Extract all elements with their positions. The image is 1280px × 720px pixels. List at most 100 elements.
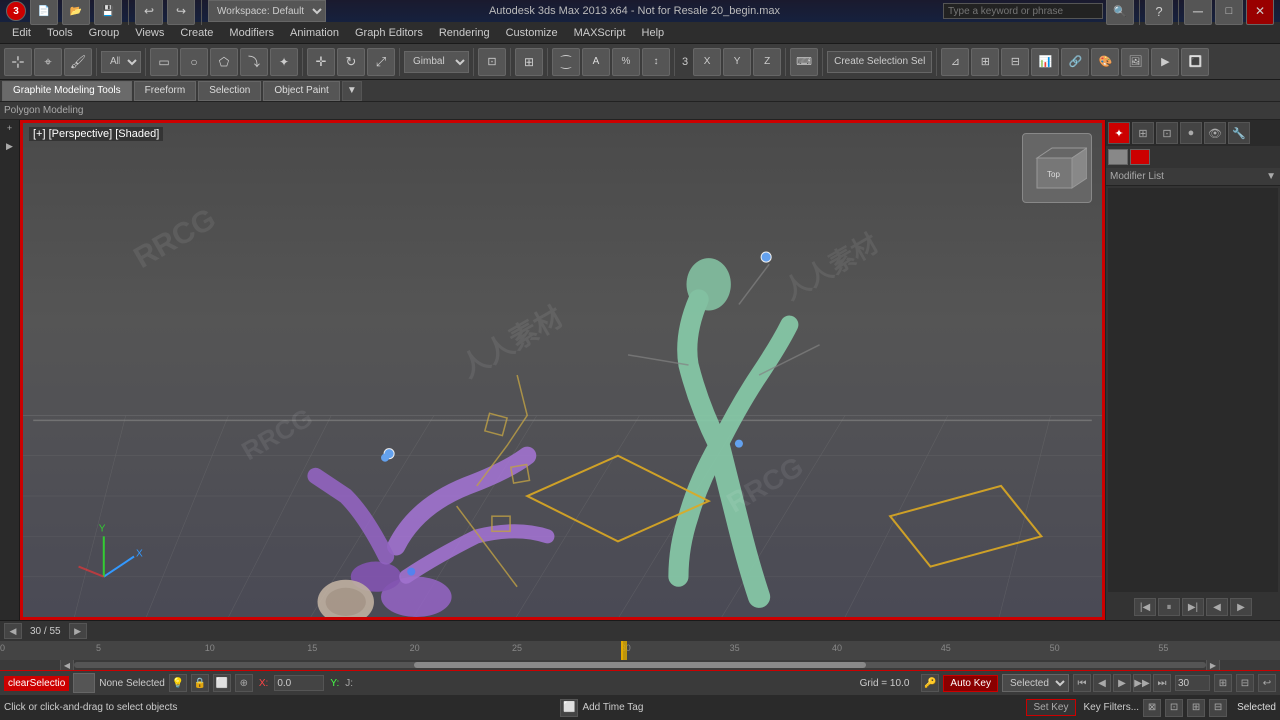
status-snap-icon[interactable]: ⊕	[235, 674, 253, 692]
scroll-thumb[interactable]	[414, 662, 867, 668]
tab-selection[interactable]: Selection	[198, 81, 261, 101]
menu-edit[interactable]: Edit	[4, 25, 39, 41]
rp-key-next[interactable]: ▶	[1230, 598, 1252, 616]
timeline-next[interactable]: ▶	[69, 623, 87, 639]
create-panel-icon[interactable]: ✦	[1108, 122, 1130, 144]
material-editor[interactable]: 🎨	[1091, 48, 1119, 76]
tab-freeform[interactable]: Freeform	[134, 81, 197, 101]
rp-pause[interactable]: ⏸	[1158, 598, 1180, 616]
next-frame[interactable]: ▶▶	[1133, 674, 1151, 692]
timeline-prev[interactable]: ◀	[4, 623, 22, 639]
menu-create[interactable]: Create	[172, 25, 221, 41]
coord-z[interactable]: Z	[753, 48, 781, 76]
pct-snap[interactable]: %	[612, 48, 640, 76]
select-fence[interactable]: ⬠	[210, 48, 238, 76]
mirror-tool[interactable]: ⊿	[941, 48, 969, 76]
menu-graph-editors[interactable]: Graph Editors	[347, 25, 431, 41]
menu-animation[interactable]: Animation	[282, 25, 347, 41]
scale-tool[interactable]: ⤢	[367, 48, 395, 76]
render-scene[interactable]: 🖼	[1121, 48, 1149, 76]
filter-dropdown[interactable]: All	[101, 51, 141, 73]
key-filters-label[interactable]: Key Filters...	[1084, 702, 1140, 713]
use-pivot[interactable]: ⊡	[478, 48, 506, 76]
hierarchy-panel-icon[interactable]: ⊡	[1156, 122, 1178, 144]
lasso-tool[interactable]: ⌖	[34, 48, 62, 76]
status-cube-icon[interactable]: ⬜	[213, 674, 231, 692]
new-file[interactable]: 📄	[30, 0, 58, 25]
tab-graphite[interactable]: Graphite Modeling Tools	[2, 81, 132, 101]
select-paint2[interactable]: ✦	[270, 48, 298, 76]
save-file[interactable]: 💾	[94, 0, 122, 25]
select-tool[interactable]: ⊹	[4, 48, 32, 76]
menu-modifiers[interactable]: Modifiers	[221, 25, 282, 41]
schematic-view[interactable]: 🔗	[1061, 48, 1089, 76]
nav-cube[interactable]: Top	[1022, 133, 1092, 203]
modify-panel-icon[interactable]: ⊞	[1132, 122, 1154, 144]
add-time-tag[interactable]: Add Time Tag	[582, 702, 643, 713]
angle-snap[interactable]: A	[582, 48, 610, 76]
viewport-toggle[interactable]: ⬜	[560, 699, 578, 717]
status-lock-icon[interactable]: 🔒	[191, 674, 209, 692]
play-button[interactable]: ▶	[1113, 674, 1131, 692]
track-view[interactable]: 📊	[1031, 48, 1059, 76]
search-input[interactable]	[943, 3, 1103, 19]
auto-key-button[interactable]: Auto Key	[943, 675, 998, 692]
move-tool[interactable]: ✛	[307, 48, 335, 76]
redo[interactable]: ↪	[167, 0, 195, 25]
anim-mode-2[interactable]: ⊡	[1165, 699, 1183, 717]
animate-btn[interactable]: ▶	[2, 141, 18, 157]
keyboard-shortcut[interactable]: ⌨	[790, 48, 818, 76]
menu-views[interactable]: Views	[127, 25, 172, 41]
reference-coord[interactable]: Gimbal	[404, 51, 469, 73]
modifier-list-arrow[interactable]: ▼	[1266, 171, 1276, 182]
status-light-icon[interactable]: 💡	[169, 674, 187, 692]
timeline-scrollbar[interactable]: ◀ ▶	[0, 660, 1280, 670]
minimize-button[interactable]: ─	[1184, 0, 1212, 25]
select-rect[interactable]: ▭	[150, 48, 178, 76]
x-coord-input[interactable]	[274, 675, 324, 691]
layer-mgr[interactable]: ⊟	[1001, 48, 1029, 76]
anim-mode-3[interactable]: ⊞	[1187, 699, 1205, 717]
go-end[interactable]: ⏭	[1153, 674, 1171, 692]
render-frame[interactable]: 🔳	[1181, 48, 1209, 76]
maximize-button[interactable]: □	[1215, 0, 1243, 25]
search-icon[interactable]: 🔍	[1106, 0, 1134, 25]
anim-mode-1[interactable]: ⊠	[1143, 699, 1161, 717]
key-mode[interactable]: ⊞	[1214, 674, 1232, 692]
rotate-tool[interactable]: ↻	[337, 48, 365, 76]
create-panel-btn[interactable]: +	[2, 123, 18, 139]
menu-tools[interactable]: Tools	[39, 25, 81, 41]
menu-customize[interactable]: Customize	[498, 25, 566, 41]
utilities-panel-icon[interactable]: 🔧	[1228, 122, 1250, 144]
spinner-snap[interactable]: ↕	[642, 48, 670, 76]
play-mode[interactable]: ⊟	[1236, 674, 1254, 692]
menu-rendering[interactable]: Rendering	[431, 25, 498, 41]
rp-prev-frame[interactable]: |◀	[1134, 598, 1156, 616]
snap-toggle[interactable]: ⁐	[552, 48, 580, 76]
app-icon[interactable]: 3	[6, 1, 26, 21]
selected-dropdown[interactable]: Selected	[1002, 674, 1069, 692]
display-panel-icon[interactable]: 👁	[1204, 122, 1226, 144]
coord-x[interactable]: X	[693, 48, 721, 76]
workspace-dropdown[interactable]: Workspace: Default	[208, 0, 326, 22]
undo[interactable]: ↩	[135, 0, 163, 25]
timeline-track[interactable]: 0 5 10 15 20 25 30 35 40 45 50 55	[0, 641, 1280, 660]
prev-frame[interactable]: ◀	[1093, 674, 1111, 692]
select-circle[interactable]: ○	[180, 48, 208, 76]
set-key-button[interactable]: Set Key	[1026, 699, 1075, 716]
close-button[interactable]: ✕	[1246, 0, 1274, 25]
color-swatch-2[interactable]	[1130, 149, 1150, 165]
frame-input[interactable]	[1175, 675, 1210, 691]
scroll-track[interactable]	[74, 662, 1206, 668]
mt-expand-icon[interactable]: ▼	[342, 81, 362, 101]
menu-maxscript[interactable]: MAXScript	[566, 25, 634, 41]
paint-select[interactable]: 🖌	[64, 48, 92, 76]
tab-object-paint[interactable]: Object Paint	[263, 81, 339, 101]
anim-mode-4[interactable]: ⊟	[1209, 699, 1227, 717]
viewport[interactable]: X Y [+] [Perspective] [Shaded] Top RRCG …	[20, 120, 1105, 620]
coord-y[interactable]: Y	[723, 48, 751, 76]
status-color-1[interactable]	[73, 673, 95, 693]
rp-key-prev[interactable]: ◀	[1206, 598, 1228, 616]
quick-render[interactable]: ▶	[1151, 48, 1179, 76]
create-selection-button[interactable]: Create Selection Sel	[827, 51, 932, 73]
